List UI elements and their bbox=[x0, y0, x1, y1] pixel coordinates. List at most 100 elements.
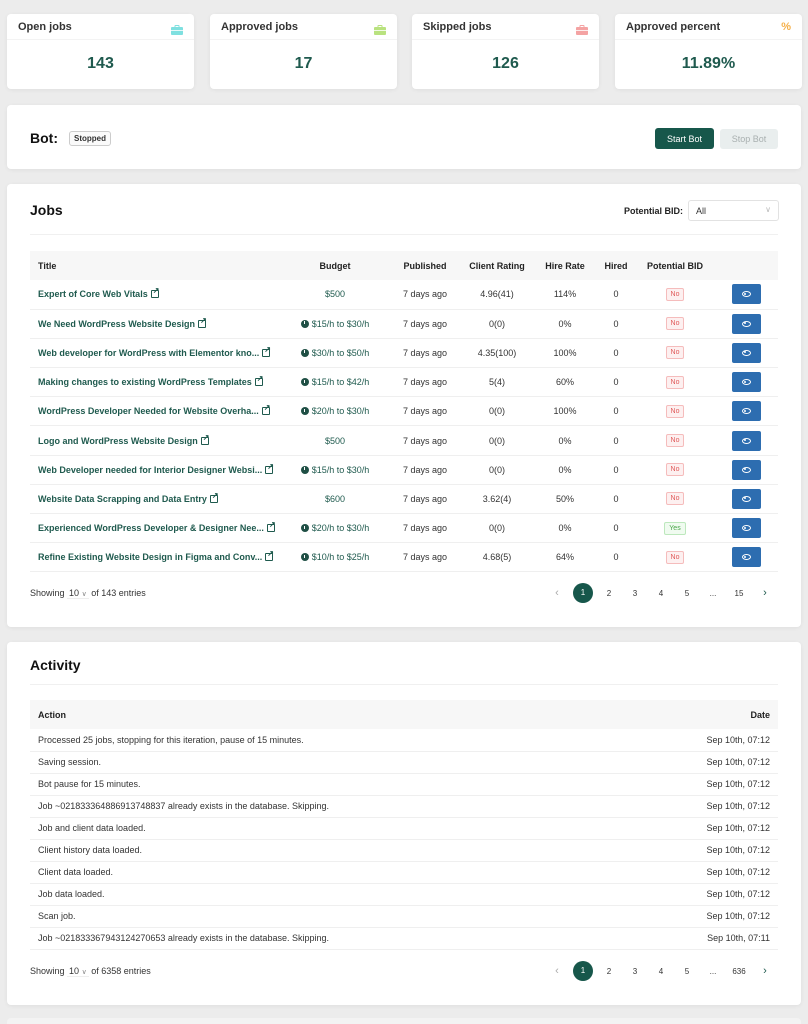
activity-panel: Activity Action Date Processed 25 jobs, … bbox=[7, 642, 801, 1005]
jobs-page-size-select[interactable]: 10 ∨ bbox=[67, 588, 89, 599]
potential-bid-badge: No bbox=[665, 434, 685, 448]
chevron-left-icon[interactable]: ‹ bbox=[544, 965, 570, 977]
clock-icon bbox=[300, 524, 309, 533]
stat-value: 143 bbox=[87, 55, 114, 72]
page-button-2[interactable]: 2 bbox=[596, 967, 622, 976]
potential-bid-badge: Yes bbox=[664, 521, 686, 535]
clock-icon bbox=[300, 553, 309, 562]
stat-value: 17 bbox=[294, 55, 313, 72]
external-link-icon[interactable] bbox=[265, 549, 274, 562]
view-job-button[interactable] bbox=[731, 459, 761, 480]
column-header-potential-bid[interactable]: Potential BID bbox=[636, 251, 714, 280]
external-link-icon[interactable] bbox=[200, 433, 209, 445]
page-button-4[interactable]: 4 bbox=[648, 967, 674, 976]
view-job-button[interactable] bbox=[731, 547, 761, 568]
showing-prefix: Showing bbox=[30, 588, 65, 598]
job-row: Web Developer needed for Interior Design… bbox=[30, 455, 778, 485]
column-header-budget[interactable]: Budget bbox=[280, 251, 390, 280]
view-job-button[interactable] bbox=[731, 430, 761, 451]
view-job-button[interactable] bbox=[731, 284, 761, 305]
clock-icon bbox=[300, 319, 309, 328]
external-link-icon[interactable] bbox=[265, 462, 274, 474]
job-hired: 0 bbox=[596, 542, 636, 573]
chevron-right-icon[interactable]: › bbox=[752, 965, 778, 977]
external-link-icon[interactable] bbox=[198, 316, 207, 328]
showing-suffix: of 143 entries bbox=[91, 588, 146, 598]
column-header-hire-rate[interactable]: Hire Rate bbox=[534, 251, 596, 280]
external-link-icon[interactable] bbox=[254, 374, 263, 387]
briefcase-icon bbox=[171, 22, 183, 35]
external-link-icon[interactable] bbox=[262, 345, 271, 357]
job-title-link[interactable]: WordPress Developer Needed for Website O… bbox=[38, 403, 270, 416]
job-title-link[interactable]: Refine Existing Website Design in Figma … bbox=[38, 549, 274, 562]
column-header-hired[interactable]: Hired bbox=[596, 251, 636, 280]
view-job-button[interactable] bbox=[731, 488, 761, 509]
job-row: WordPress Developer Needed for Website O… bbox=[30, 396, 778, 427]
activity-action: Job ~021833367943124270653 already exist… bbox=[30, 927, 621, 950]
page-button-636[interactable]: 636 bbox=[726, 967, 752, 976]
activity-date: Sep 10th, 07:12 bbox=[620, 839, 778, 862]
page-size-value: 10 bbox=[69, 966, 80, 976]
job-client-rating: 4.68(5) bbox=[460, 542, 534, 573]
column-header-action[interactable]: Action bbox=[30, 700, 621, 729]
job-budget: $15/h to $30/h bbox=[311, 318, 370, 329]
job-hire-rate: 0% bbox=[534, 455, 596, 485]
job-hire-rate: 100% bbox=[534, 396, 596, 427]
job-title-link[interactable]: Experienced WordPress Developer & Design… bbox=[38, 520, 276, 534]
showing-prefix: Showing bbox=[30, 966, 65, 976]
external-link-icon[interactable] bbox=[261, 403, 270, 416]
job-title-link[interactable]: Website Data Scrapping and Data Entry bbox=[38, 491, 219, 504]
job-client-rating: 0(0) bbox=[460, 513, 534, 544]
view-job-button[interactable] bbox=[731, 372, 761, 393]
column-header-published[interactable]: Published bbox=[390, 251, 460, 280]
activity-row: Saving session. Sep 10th, 07:12 bbox=[30, 751, 778, 774]
job-published: 7 days ago bbox=[390, 513, 460, 544]
chevron-left-icon[interactable]: ‹ bbox=[544, 587, 570, 599]
external-link-icon[interactable] bbox=[209, 491, 219, 503]
job-title-link[interactable]: Logo and WordPress Website Design bbox=[38, 433, 209, 446]
page-button-3[interactable]: 3 bbox=[622, 967, 648, 976]
page-button-5[interactable]: 5 bbox=[674, 967, 700, 976]
job-title-link[interactable]: Web developer for WordPress with Element… bbox=[38, 345, 271, 358]
job-hire-rate: 114% bbox=[534, 280, 596, 310]
page-button-4[interactable]: 4 bbox=[648, 589, 674, 598]
job-hired: 0 bbox=[596, 309, 636, 339]
page-button-1[interactable]: 1 bbox=[573, 583, 593, 603]
chevron-right-icon[interactable]: › bbox=[752, 587, 778, 599]
page-button-3[interactable]: 3 bbox=[622, 589, 648, 598]
stat-card-skipped-jobs: Skipped jobs 126 bbox=[412, 14, 599, 89]
eye-icon bbox=[741, 437, 751, 444]
job-title-link[interactable]: Expert of Core Web Vitals bbox=[38, 286, 159, 299]
start-bot-button[interactable]: Start Bot bbox=[655, 128, 714, 149]
job-row: We Need WordPress Website Design $15/h t… bbox=[30, 309, 778, 339]
column-header-client-rating[interactable]: Client Rating bbox=[460, 251, 534, 280]
page-button-1[interactable]: 1 bbox=[573, 961, 593, 981]
job-title: Making changes to existing WordPress Tem… bbox=[38, 377, 252, 388]
column-header-date[interactable]: Date bbox=[620, 700, 778, 729]
job-row: Experienced WordPress Developer & Design… bbox=[30, 513, 778, 544]
stat-label: Approved jobs bbox=[221, 20, 299, 33]
job-published: 7 days ago bbox=[390, 338, 460, 369]
stop-bot-button[interactable]: Stop Bot bbox=[720, 129, 778, 149]
page-button-15[interactable]: 15 bbox=[726, 589, 752, 598]
activity-page-size-select[interactable]: 10 ∨ bbox=[67, 966, 89, 977]
page-button-5[interactable]: 5 bbox=[674, 589, 700, 598]
job-title-link[interactable]: We Need WordPress Website Design bbox=[38, 316, 207, 329]
clock-icon bbox=[300, 378, 309, 387]
view-job-button[interactable] bbox=[731, 313, 761, 334]
job-title-link[interactable]: Web Developer needed for Interior Design… bbox=[38, 462, 274, 475]
job-published: 7 days ago bbox=[390, 542, 460, 573]
job-title-link[interactable]: Making changes to existing WordPress Tem… bbox=[38, 374, 263, 388]
view-job-button[interactable] bbox=[731, 342, 761, 363]
job-hired: 0 bbox=[596, 280, 636, 310]
job-client-rating: 0(0) bbox=[460, 396, 534, 427]
view-job-button[interactable] bbox=[731, 518, 761, 539]
job-title: Experienced WordPress Developer & Design… bbox=[38, 523, 264, 534]
external-link-icon[interactable] bbox=[266, 520, 276, 533]
column-header-title[interactable]: Title bbox=[30, 251, 280, 280]
activity-row: Client history data loaded. Sep 10th, 07… bbox=[30, 839, 778, 862]
page-button-2[interactable]: 2 bbox=[596, 589, 622, 598]
external-link-icon[interactable] bbox=[150, 286, 159, 299]
view-job-button[interactable] bbox=[731, 401, 761, 422]
potential-bid-filter-select[interactable]: All ∨ bbox=[688, 200, 779, 221]
